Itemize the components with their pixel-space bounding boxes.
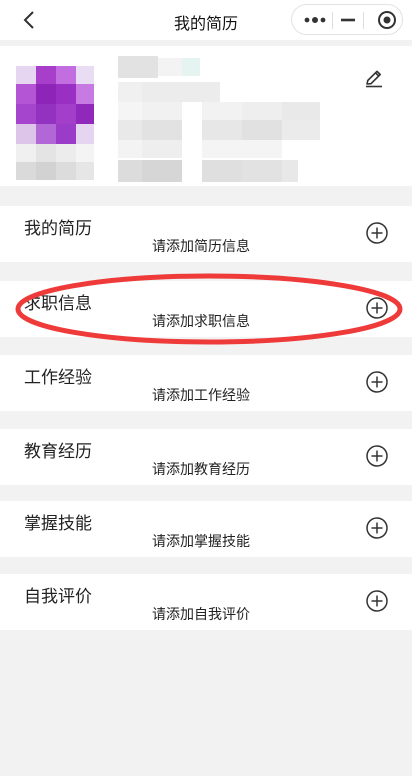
record-target-icon[interactable] [376,9,398,31]
section-hint: 请添加简历信息 [152,239,250,255]
section-education[interactable]: 教育经历 请添加教育经历 [0,429,412,485]
section-hint: 请添加工作经验 [152,388,250,404]
section-hint: 请添加求职信息 [152,314,250,330]
section-hint: 请添加自我评价 [152,607,250,623]
add-circle-icon[interactable] [365,221,389,245]
section-title: 自我评价 [24,587,92,607]
section-hint: 请添加掌握技能 [152,534,250,550]
capsule-divider [332,12,333,29]
section-title: 我的简历 [24,219,92,239]
capsule-divider [363,12,364,29]
add-circle-icon[interactable] [365,589,389,613]
add-circle-icon[interactable] [365,516,389,540]
section-title: 教育经历 [24,442,92,462]
profile-card [0,46,412,186]
section-self-evaluation[interactable]: 自我评价 请添加自我评价 [0,574,412,630]
section-hint: 请添加教育经历 [152,462,250,478]
section-title: 掌握技能 [24,514,92,534]
section-skills[interactable]: 掌握技能 请添加掌握技能 [0,501,412,557]
top-nav-bar: 我的简历 [0,0,412,40]
section-job-intention[interactable]: 求职信息 请添加求职信息 [0,281,412,337]
avatar[interactable] [14,54,100,182]
pencil-icon[interactable] [362,66,386,90]
add-circle-icon[interactable] [365,370,389,394]
minimize-icon[interactable] [337,9,359,31]
add-circle-icon[interactable] [365,296,389,320]
section-title: 工作经验 [24,368,92,388]
add-circle-icon[interactable] [365,444,389,468]
blurred-profile-info [118,56,320,182]
section-title: 求职信息 [24,294,92,314]
mini-program-capsule [291,4,403,35]
section-resume[interactable]: 我的简历 请添加简历信息 [0,206,412,262]
section-work-experience[interactable]: 工作经验 请添加工作经验 [0,355,412,411]
